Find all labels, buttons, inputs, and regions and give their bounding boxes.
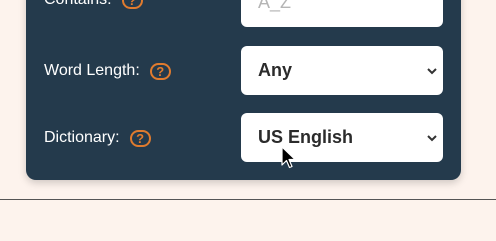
dictionary-select[interactable]: US English — [241, 113, 443, 162]
word-length-help-icon[interactable]: ? — [149, 62, 171, 80]
dictionary-row: Dictionary: ? US English — [26, 113, 461, 163]
contains-input[interactable]: A_Z — [241, 0, 443, 27]
dictionary-value: US English — [258, 127, 354, 147]
contains-placeholder: A_Z — [258, 0, 292, 12]
word-length-value: Any — [258, 60, 293, 80]
dictionary-label: Dictionary: — [44, 129, 120, 146]
word-length-label: Word Length: — [44, 62, 140, 79]
chevron-down-icon — [427, 67, 437, 74]
section-divider — [0, 199, 496, 200]
contains-help-icon[interactable]: ? — [121, 0, 143, 9]
dictionary-help-icon[interactable]: ? — [129, 129, 151, 147]
word-length-select[interactable]: Any — [241, 46, 443, 95]
search-options-panel: Contains: ? A_Z Word Length: ? Any Dicti… — [26, 0, 461, 180]
contains-label: Contains: — [44, 0, 112, 9]
word-length-row: Word Length: ? Any — [26, 46, 461, 96]
contains-row: Contains: ? A_Z — [26, 0, 461, 30]
mouse-cursor-icon — [281, 146, 296, 169]
chevron-down-icon — [427, 134, 437, 141]
